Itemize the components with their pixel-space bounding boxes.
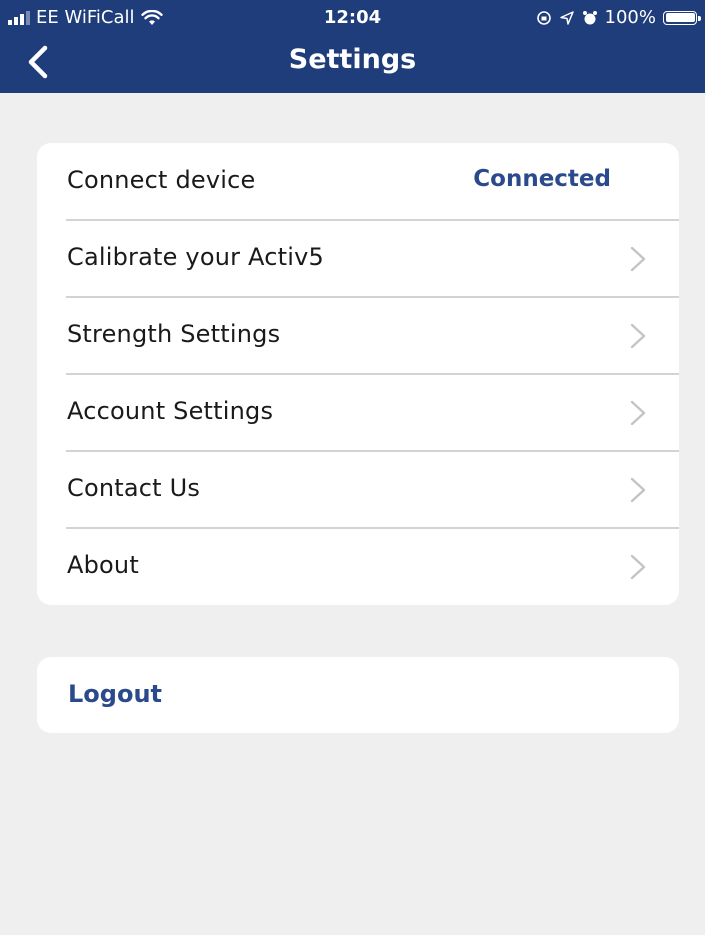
orientation-lock-icon	[536, 10, 551, 25]
nav-bar: Settings	[0, 36, 705, 93]
contact-us-row[interactable]: Contact Us	[37, 451, 679, 528]
page-title: Settings	[288, 44, 417, 75]
connection-status: Connected	[473, 166, 611, 192]
calibrate-label: Calibrate your Activ5	[67, 243, 324, 271]
account-settings-row[interactable]: Account Settings	[37, 374, 679, 451]
contact-us-label: Contact Us	[67, 474, 201, 502]
connect-device-row[interactable]: Connect device Connected	[37, 143, 679, 220]
connect-device-label: Connect device	[67, 166, 256, 194]
logout-button[interactable]: Logout	[68, 680, 162, 708]
status-right: 100%	[536, 7, 701, 28]
settings-menu-card: Connect device Connected Calibrate your …	[37, 143, 679, 605]
chevron-right-icon	[630, 400, 646, 426]
battery-percent: 100%	[604, 7, 656, 28]
account-settings-label: Account Settings	[67, 397, 274, 425]
about-row[interactable]: About	[37, 528, 679, 605]
chevron-right-icon	[630, 554, 646, 580]
chevron-right-icon	[630, 246, 646, 272]
top-bar: EE WiFiCall 12:04 100% Settings	[0, 0, 705, 93]
about-label: About	[67, 551, 139, 579]
alarm-icon	[582, 10, 597, 24]
chevron-right-icon	[630, 477, 646, 503]
logout-card: Logout	[37, 657, 679, 733]
chevron-right-icon	[630, 323, 646, 349]
battery-icon	[663, 10, 701, 25]
strength-settings-row[interactable]: Strength Settings	[37, 297, 679, 374]
status-bar: EE WiFiCall 12:04 100%	[0, 0, 705, 36]
location-icon	[559, 10, 574, 25]
strength-settings-label: Strength Settings	[67, 320, 281, 348]
calibrate-row[interactable]: Calibrate your Activ5	[37, 220, 679, 297]
